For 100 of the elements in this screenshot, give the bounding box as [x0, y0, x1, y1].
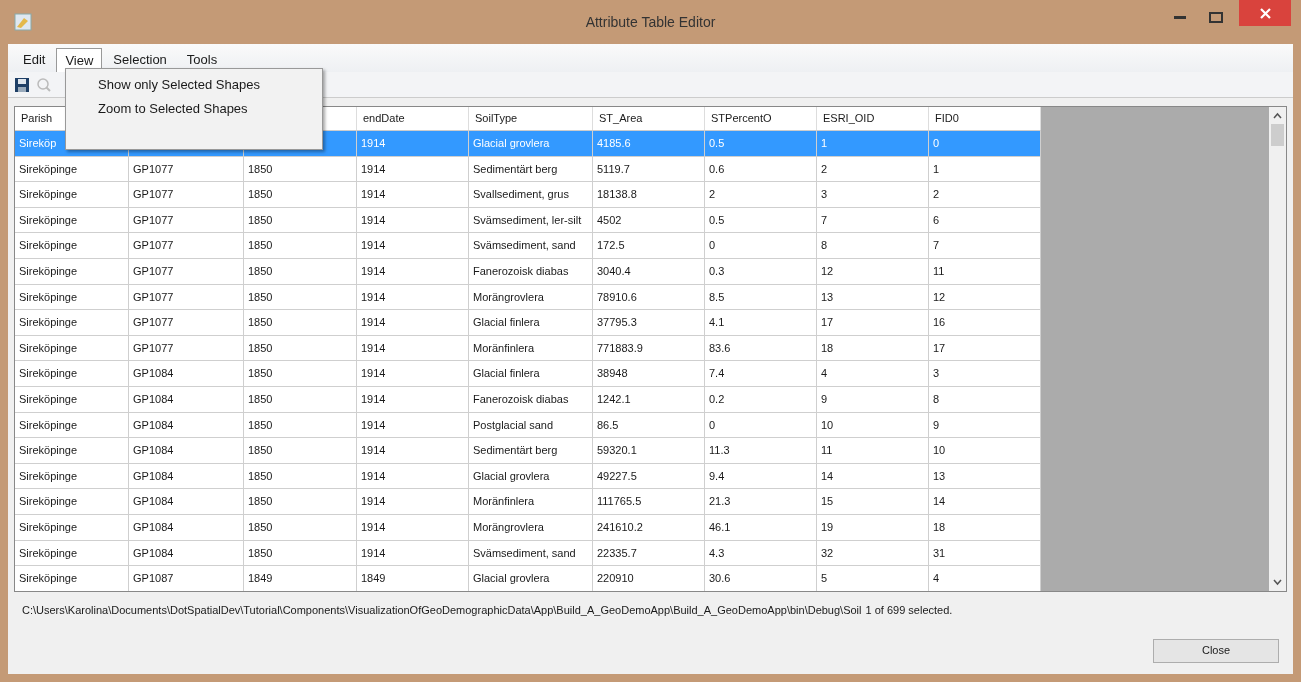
column-header[interactable]: STPercentO [711, 110, 772, 127]
table-row[interactable]: Sireköpinge GP1084 1850 1914 Moränfinlera 111765.5 21.3 15 14 [15, 489, 1041, 515]
table-cell-text: Svallsediment, grus [473, 187, 569, 203]
table-cell-text: Sireköpinge [19, 161, 78, 177]
table-cell-text: 6 [933, 212, 940, 228]
table-cell-text: 2 [709, 187, 716, 203]
table-cell-text: GP1077 [133, 264, 174, 279]
table-cell-text: 16 [933, 315, 946, 331]
table-cell-text: 1850 [248, 519, 273, 535]
table-row[interactable]: Sireköpinge GP1077 1850 1914 Fanerozoisk diabas 3040.4 0.3 12 11 [15, 258, 1041, 285]
column-header[interactable]: FID0 [935, 110, 959, 127]
table-cell-text: 83.6 [709, 340, 731, 356]
table-cell-text: Sireköpinge [19, 417, 78, 433]
table-cell-text: Svämsediment, ler-silt [473, 212, 582, 228]
column-header[interactable]: SoilType [475, 110, 518, 127]
table-row[interactable]: Sireköpinge GP1084 1850 1914 Sedimentärt berg 59320.1 11.3 11 10 [15, 438, 1041, 464]
table-cell-text: 1 [821, 136, 828, 152]
table-cell-text: 1850 [248, 392, 273, 407]
table-cell-text: 5119.7 [597, 161, 630, 177]
table-cell-text: 11 [933, 264, 945, 279]
table-row[interactable]: Sireköpinge GP1077 1850 1914 Glacial finlera 37795.3 4.1 17 16 [15, 310, 1041, 336]
table-cell-text: 14 [821, 468, 834, 484]
column-header[interactable]: endDate [363, 110, 405, 127]
table-row[interactable]: Sireköpinge GP1077 1850 1914 Sedimentärt berg 5119.7 0.6 2 1 [15, 156, 1041, 183]
close-window-button[interactable] [1239, 0, 1291, 26]
table-row[interactable]: Sireköpinge GP1077 1850 1914 Svallsediment, grus 18138.8 2 3 2 [15, 182, 1041, 208]
table-cell-text: 0.5 [709, 136, 725, 152]
table-cell-text: 9.4 [709, 468, 725, 484]
table-cell-text: 38948 [597, 366, 628, 382]
column-header[interactable]: Parish [21, 110, 53, 127]
table-cell-text: 9 [933, 417, 940, 433]
table-cell-text: 1850 [248, 289, 273, 305]
table-cell-text: 172.5 [597, 238, 625, 254]
table-cell-text: 4 [821, 366, 828, 382]
table-cell-text: 1914 [361, 136, 386, 152]
table-cell-text: GP1077 [133, 212, 174, 228]
close-button[interactable]: Close [1153, 638, 1279, 663]
table-cell-text: 1850 [248, 264, 273, 279]
menu-item[interactable]: Tools [177, 48, 227, 72]
table-cell-text: GP1084 [133, 417, 174, 433]
table-cell-text: GP1084 [133, 366, 174, 382]
table-row[interactable]: Sireköpinge GP1077 1850 1914 Moränfinlera 771883.9 83.6 18 17 [15, 335, 1041, 362]
table-cell-text: 32 [821, 545, 834, 561]
menu-item[interactable]: Selection [104, 48, 176, 72]
table-cell-text: Glacial finlera [473, 315, 540, 331]
table-cell-text: 1914 [361, 468, 386, 484]
table-cell-text: Glacial grovlera [473, 468, 550, 484]
table-cell-text: 1914 [361, 187, 386, 203]
table-cell-text: GP1077 [133, 238, 174, 254]
table-cell-text: Sireköpinge [19, 238, 78, 254]
table-row[interactable]: Sireköpinge GP1084 1850 1914 Glacial finlera 38948 7.4 4 3 [15, 361, 1041, 387]
table-cell-text: 17 [821, 315, 834, 331]
table-cell-text: 5 [821, 571, 828, 587]
table-cell-text: 0.5 [709, 212, 725, 228]
table-row[interactable]: Sireköpinge GP1084 1850 1914 Fanerozoisk diabas 1242.1 0.2 9 8 [15, 386, 1041, 413]
dropdown-menu-item[interactable]: Show only Selected Shapes [94, 73, 322, 97]
table-cell-text: Svämsediment, sand [473, 238, 576, 254]
file-path: C:\Users\Karolina\Documents\DotSpatialDev\Tutorial\Components\VisualizationOfGeoDemographicData\App\Build_A_GeoDemoApp\Build_A_GeoDemoApp\bin\Debug\Soil [22, 603, 862, 618]
table-cell-text: 0.6 [709, 161, 725, 177]
table-cell-text: GP1077 [133, 289, 174, 305]
table-cell-text: 17 [933, 340, 946, 356]
table-row[interactable]: Sireköpinge GP1084 1850 1914 Morängrovlera 241610.2 46.1 19 18 [15, 514, 1041, 541]
table-cell-text: 111765.5 [597, 494, 642, 510]
table-cell-text: GP1084 [133, 392, 174, 407]
table-cell-text: GP1087 [133, 571, 174, 587]
table-cell-text: 14 [933, 494, 946, 510]
maximize-icon [1209, 11, 1223, 23]
table-cell-text: GP1084 [133, 443, 174, 459]
scrollbar[interactable] [1269, 107, 1286, 591]
table-cell-text: 12 [933, 289, 946, 305]
table-cell-text: 1850 [248, 187, 273, 203]
table-cell-text: Fanerozoisk diabas [473, 392, 569, 407]
table-cell-text: Sireköpinge [19, 443, 78, 459]
table-cell-text: 1 [933, 161, 940, 177]
table-cell-text: 1850 [248, 212, 273, 228]
column-header[interactable]: ESRI_OID [823, 110, 875, 127]
table-cell-text: Moränfinlera [473, 340, 535, 356]
table-cell-text: 86.5 [597, 417, 619, 433]
dropdown-menu-item[interactable]: Zoom to Selected Shapes [94, 97, 322, 121]
table-cell-text: Sireköp [19, 136, 57, 152]
table-cell-text: 241610.2 [597, 519, 643, 535]
table-cell-text: Sireköpinge [19, 545, 78, 561]
table-cell-text: GP1077 [133, 187, 174, 203]
table-row[interactable]: Sireköpinge GP1077 1850 1914 Morängrovlera 78910.6 8.5 13 12 [15, 284, 1041, 311]
menu-item[interactable]: Edit [14, 48, 55, 72]
table-row[interactable]: Sireköpinge GP1077 1850 1914 Svämsediment, ler-silt 4502 0.5 7 6 [15, 207, 1041, 234]
window-title: Attribute Table Editor [585, 14, 716, 30]
save-icon[interactable] [14, 76, 30, 93]
scrollbar-thumb[interactable] [1271, 124, 1284, 146]
table-row[interactable]: Sireköpinge GP1077 1850 1914 Svämsediment, sand 172.5 0 8 7 [15, 233, 1041, 259]
column-header[interactable]: ST_Area [599, 110, 643, 127]
table-cell-text: Sireköpinge [19, 264, 78, 279]
table-row[interactable]: Sireköpinge GP1084 1850 1914 Svämsediment, sand 22335.7 4.3 32 31 [15, 540, 1041, 567]
table-cell-text: 15 [821, 494, 834, 510]
table-cell-text: 0 [709, 417, 716, 433]
table-row[interactable]: Sireköpinge GP1084 1850 1914 Glacial grovlera 49227.5 9.4 14 13 [15, 463, 1041, 490]
table-cell-text: Fanerozoisk diabas [473, 264, 569, 279]
table-cell-text: 22335.7 [597, 545, 637, 561]
table-cell-text: 1850 [248, 443, 273, 459]
table-row[interactable]: Sireköpinge GP1084 1850 1914 Postglacial sand 86.5 0 10 9 [15, 412, 1041, 439]
